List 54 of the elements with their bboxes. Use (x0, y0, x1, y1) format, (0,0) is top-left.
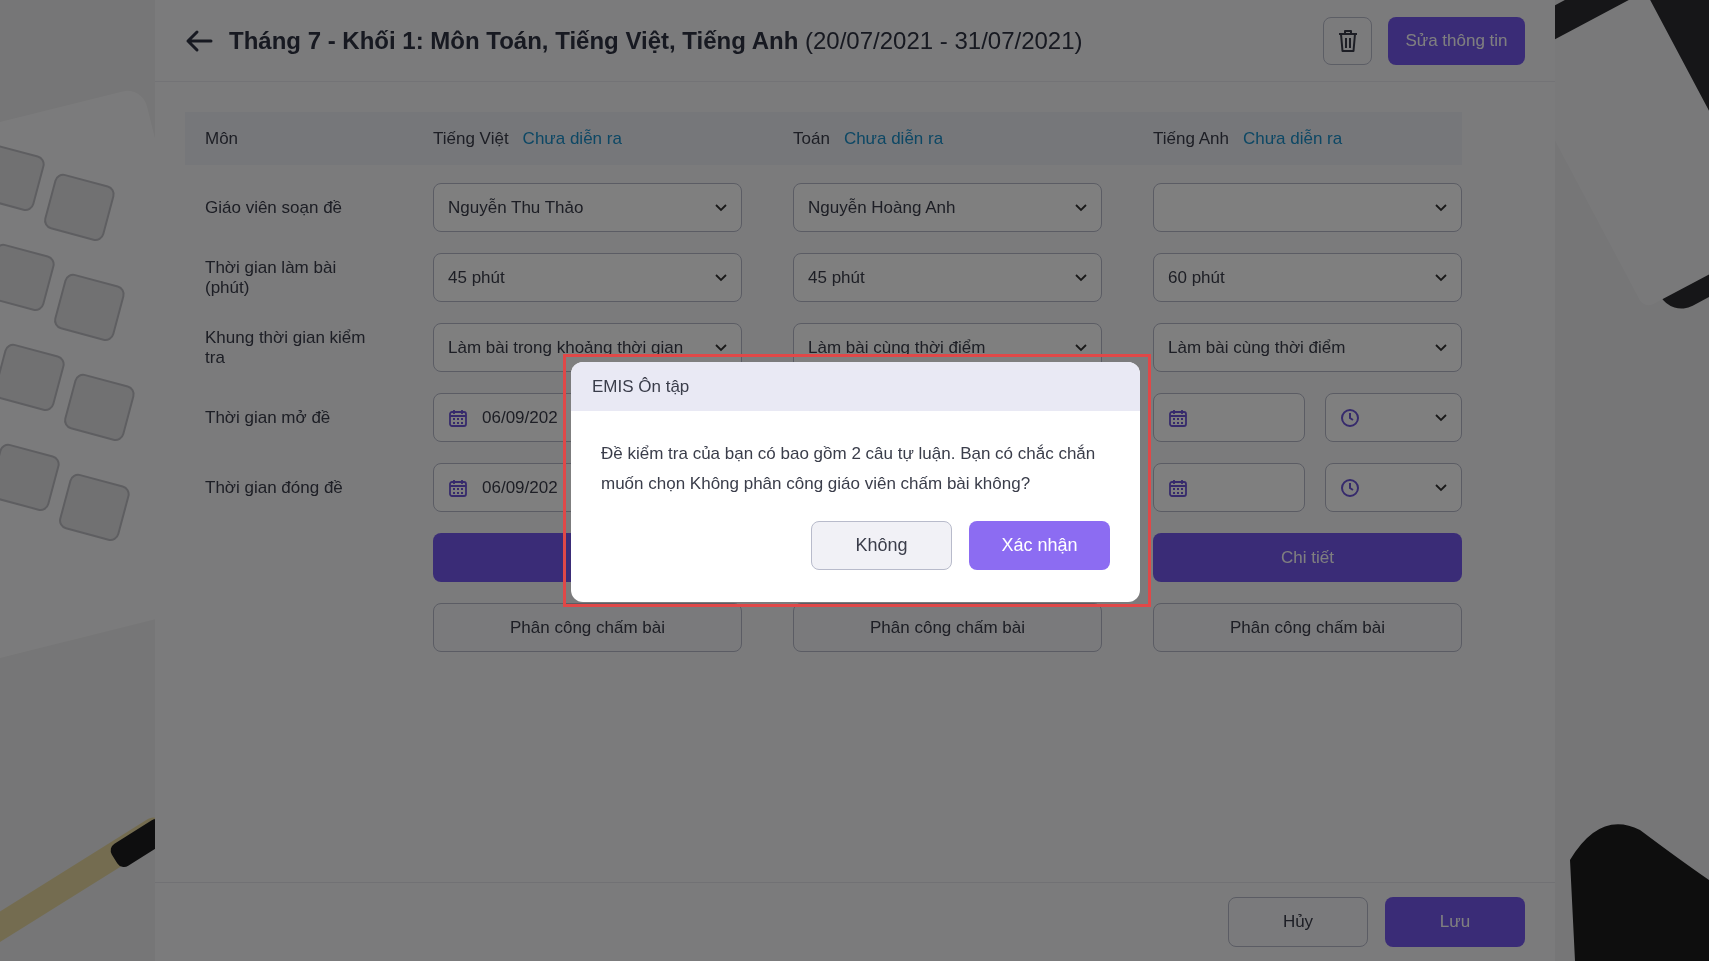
time-select[interactable] (1325, 393, 1462, 442)
dialog-title: EMIS Ôn tập (592, 376, 690, 397)
date-field[interactable] (1153, 393, 1305, 442)
row-label: Thời gian mở đề (204, 407, 332, 428)
edit-info-button[interactable]: Sửa thông tin (1388, 16, 1525, 65)
date-field[interactable] (1153, 463, 1305, 512)
confirm-button[interactable]: Xác nhận (969, 521, 1110, 570)
dialog-message: Đề kiểm tra của bạn có bao gồm 2 câu tự luận. Bạn có chắc chắn muốn chọn Không phân công giáo viên chấm bài không? (601, 443, 1097, 495)
chevron-down-icon (1075, 273, 1087, 282)
save-button[interactable]: Lưu (1385, 897, 1525, 947)
select-field[interactable]: Làm bài cùng thời điểm (1153, 323, 1462, 372)
status-text: Chưa diễn ra (522, 128, 622, 149)
select-field[interactable]: 45 phút (793, 253, 1102, 302)
assign-grading-button[interactable]: Phân công chấm bài (433, 603, 742, 652)
row-label: Thời gian đóng đề (204, 477, 344, 498)
time-select[interactable] (1325, 463, 1462, 512)
status-text: Chưa diễn ra (843, 128, 944, 149)
select-field[interactable]: Nguyễn Hoàng Anh (793, 183, 1102, 232)
details-button[interactable]: Chi tiết (1153, 533, 1462, 582)
status-text: Chưa diễn ra (1242, 128, 1343, 149)
select-field[interactable]: 45 phút (433, 253, 742, 302)
chevron-down-icon (715, 273, 727, 282)
assign-grading-button[interactable]: Phân công chấm bài (793, 603, 1102, 652)
chevron-down-icon (1075, 343, 1087, 352)
decline-button[interactable]: Không (811, 521, 952, 570)
back-arrow-icon[interactable] (185, 28, 213, 53)
clock-icon (1340, 407, 1360, 428)
column-header: Môn (204, 128, 240, 149)
calendar-icon (448, 477, 468, 498)
cancel-button[interactable]: Hủy (1228, 897, 1368, 947)
row-label: Thời gian làm bài (phút) (204, 257, 338, 298)
select-field[interactable]: Nguyễn Thu Thảo (433, 183, 742, 232)
subject-name: Tiếng Việt (433, 128, 509, 149)
page-title: Tháng 7 - Khối 1: Môn Toán, Tiếng Việt, Tiếng Anh (20/07/2021 - 31/07/2021) (229, 26, 1084, 55)
assign-grading-button[interactable]: Phân công chấm bài (1153, 603, 1462, 652)
chevron-down-icon (1435, 273, 1447, 282)
calendar-icon (1168, 407, 1188, 428)
row-label: Khung thời gian kiểm tra (204, 327, 367, 368)
select-field[interactable]: 60 phút (1153, 253, 1462, 302)
chevron-down-icon (715, 203, 727, 212)
delete-button[interactable] (1323, 16, 1372, 65)
row-label: Giáo viên soạn đề (204, 197, 344, 218)
chevron-down-icon (1435, 203, 1447, 212)
subject-name: Toán (793, 128, 830, 149)
subject-name: Tiếng Anh (1153, 128, 1229, 149)
chevron-down-icon (1435, 413, 1447, 422)
chevron-down-icon (1435, 483, 1447, 492)
chevron-down-icon (715, 343, 727, 352)
clock-icon (1340, 477, 1360, 498)
calendar-icon (1168, 477, 1188, 498)
calendar-icon (448, 407, 468, 428)
chevron-down-icon (1075, 203, 1087, 212)
chevron-down-icon (1435, 343, 1447, 352)
select-field[interactable] (1153, 183, 1462, 232)
